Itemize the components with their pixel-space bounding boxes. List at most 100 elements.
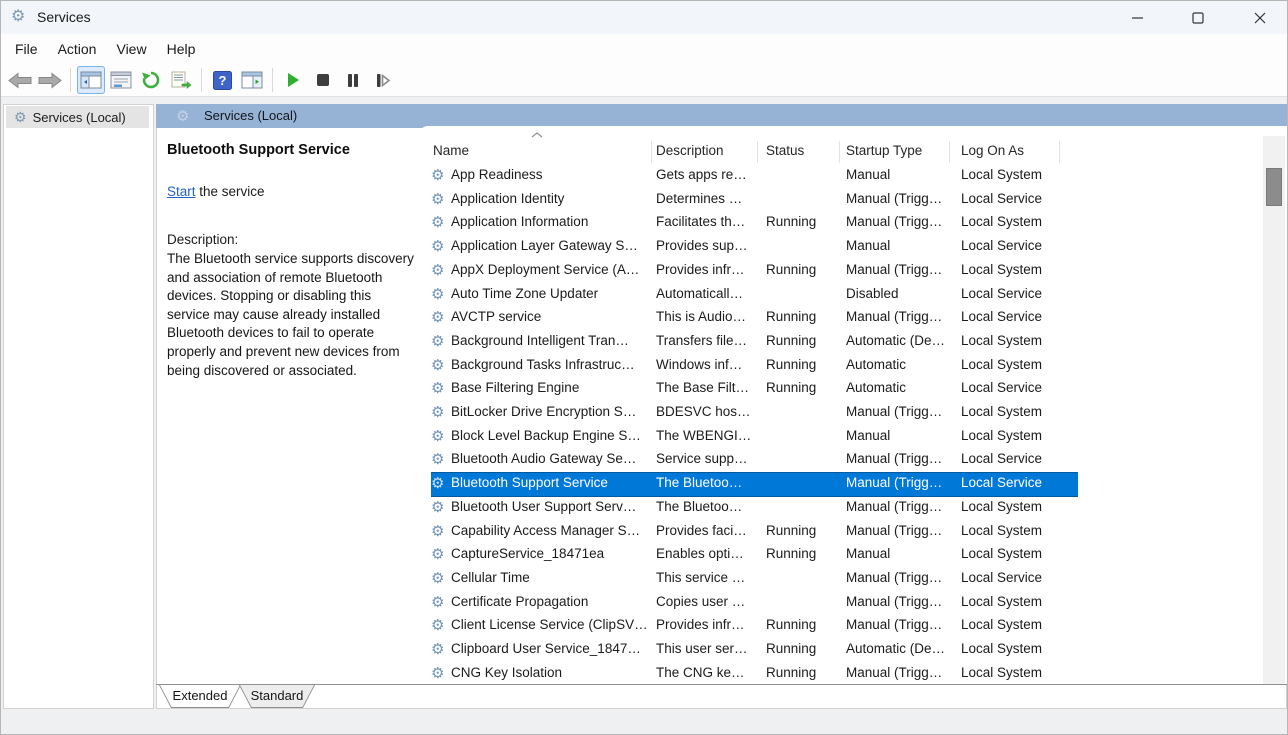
service-name: Client License Service (ClipSV…	[451, 617, 651, 632]
pane-header-title: Services (Local)	[204, 108, 297, 123]
service-row[interactable]: ⚙ Application Information Facilitates th…	[431, 212, 1078, 235]
service-row[interactable]: ⚙ Clipboard User Service_1847… This user…	[431, 639, 1078, 662]
header-separator[interactable]	[1059, 141, 1060, 163]
service-row[interactable]: ⚙ AppX Deployment Service (A… Provides i…	[431, 260, 1078, 283]
minimize-button[interactable]	[1115, 1, 1161, 34]
service-row[interactable]: ⚙ CaptureService_18471ea Enables opti… R…	[431, 544, 1078, 567]
start-service-link[interactable]: Start	[167, 184, 196, 199]
refresh-button[interactable]	[137, 66, 165, 94]
description-text: The Bluetooth service supports discovery…	[167, 250, 417, 380]
service-gear-icon: ⚙	[431, 356, 449, 376]
header-separator[interactable]	[651, 141, 652, 163]
refresh-icon	[141, 70, 161, 90]
maximize-button[interactable]	[1175, 1, 1221, 34]
service-gear-icon: ⚙	[431, 522, 449, 542]
service-logon-as: Local System	[961, 546, 1073, 561]
service-row[interactable]: ⚙ Client License Service (ClipSV… Provid…	[431, 615, 1078, 638]
service-row[interactable]: ⚙ Block Level Backup Engine S… The WBENG…	[431, 426, 1078, 449]
service-gear-icon: ⚙	[431, 285, 449, 305]
service-startup-type: Manual (Trigg…	[846, 214, 954, 229]
scrollbar-thumb[interactable]	[1266, 168, 1282, 206]
toolbar: ?	[1, 64, 1288, 97]
service-row[interactable]: ⚙ AVCTP service This is Audio… Running M…	[431, 307, 1078, 330]
service-logon-as: Local Service	[961, 475, 1073, 490]
service-row[interactable]: ⚙ Bluetooth User Support Serv… The Bluet…	[431, 497, 1078, 520]
service-row[interactable]: ⚙ Bluetooth Audio Gateway Se… Service su…	[431, 449, 1078, 472]
forward-button[interactable]	[36, 66, 64, 94]
service-status: Running	[766, 214, 841, 229]
service-logon-as: Local Service	[961, 191, 1073, 206]
service-row[interactable]: ⚙ Background Tasks Infrastruc… Windows i…	[431, 355, 1078, 378]
close-button[interactable]	[1237, 1, 1283, 34]
service-startup-type: Automatic (De…	[846, 641, 954, 656]
service-row[interactable]: ⚙ BitLocker Drive Encryption S… BDESVC h…	[431, 402, 1078, 425]
service-status: Running	[766, 523, 841, 538]
vertical-scrollbar[interactable]	[1263, 136, 1285, 684]
header-separator[interactable]	[949, 141, 950, 163]
service-gear-icon: ⚙	[431, 308, 449, 328]
menu-view[interactable]: View	[106, 37, 156, 61]
start-service-button[interactable]	[279, 66, 307, 94]
start-line-suffix: the service	[196, 184, 265, 199]
service-gear-icon: ⚙	[431, 166, 449, 186]
tree-item-services-local[interactable]: ⚙ Services (Local)	[6, 106, 149, 128]
menu-help[interactable]: Help	[157, 37, 206, 61]
restart-service-button[interactable]	[369, 66, 397, 94]
service-name: Application Information	[451, 214, 651, 229]
service-logon-as: Local Service	[961, 570, 1073, 585]
service-startup-type: Manual (Trigg…	[846, 570, 954, 585]
service-row[interactable]: ⚙ App Readiness Gets apps re… Manual Loc…	[431, 165, 1078, 188]
service-row[interactable]: ⚙ Application Identity Determines … Manu…	[431, 189, 1078, 212]
service-status: Running	[766, 617, 841, 632]
service-logon-as: Local Service	[961, 380, 1073, 395]
properties-button[interactable]	[107, 66, 135, 94]
service-row[interactable]: ⚙ Certificate Propagation Copies user … …	[431, 592, 1078, 615]
show-console-tree-button[interactable]	[77, 66, 105, 94]
tab-standard[interactable]: Standard	[239, 685, 315, 708]
start-icon	[286, 72, 300, 88]
service-row[interactable]: ⚙ Auto Time Zone Updater Automaticall… D…	[431, 284, 1078, 307]
service-description: Facilitates th…	[656, 214, 758, 229]
service-row[interactable]: ⚙ Application Layer Gateway S… Provides …	[431, 236, 1078, 259]
tab-extended-label: Extended	[159, 688, 241, 703]
service-logon-as: Local System	[961, 357, 1073, 372]
service-status: Running	[766, 641, 841, 656]
service-status: Running	[766, 262, 841, 277]
tab-extended[interactable]: Extended	[159, 685, 241, 708]
service-startup-type: Manual	[846, 546, 954, 561]
service-row[interactable]: ⚙ Cellular Time This service … Manual (T…	[431, 568, 1078, 591]
service-description: The WBENGI…	[656, 428, 758, 443]
service-description: Windows inf…	[656, 357, 758, 372]
service-gear-icon: ⚙	[431, 427, 449, 447]
back-button[interactable]	[6, 66, 34, 94]
action-pane-icon	[241, 71, 263, 89]
service-row[interactable]: ⚙ Background Intelligent Tran… Transfers…	[431, 331, 1078, 354]
service-description: Provides infr…	[656, 262, 758, 277]
service-row[interactable]: ⚙ Base Filtering Engine The Base Filt… R…	[431, 378, 1078, 401]
help-button[interactable]: ?	[208, 66, 236, 94]
title-bar: ⚙ Services	[1, 1, 1288, 34]
service-name: AVCTP service	[451, 309, 651, 324]
service-startup-type: Manual (Trigg…	[846, 451, 954, 466]
service-name: Cellular Time	[451, 570, 651, 585]
service-row[interactable]: ⚙ Bluetooth Support Service The Bluetoo……	[431, 473, 1078, 496]
service-row[interactable]: ⚙ CNG Key Isolation The CNG ke… Running …	[431, 663, 1078, 684]
services-app-icon: ⚙	[11, 8, 25, 26]
service-row[interactable]: ⚙ Capability Access Manager S… Provides …	[431, 521, 1078, 544]
stop-service-button[interactable]	[309, 66, 337, 94]
svg-text:?: ?	[218, 73, 226, 88]
service-startup-type: Manual	[846, 167, 954, 182]
service-name: CaptureService_18471ea	[451, 546, 651, 561]
forward-arrow-icon	[38, 72, 62, 89]
service-logon-as: Local Service	[961, 309, 1073, 324]
header-separator[interactable]	[757, 141, 758, 163]
show-action-pane-button[interactable]	[238, 66, 266, 94]
service-logon-as: Local System	[961, 499, 1073, 514]
menu-action[interactable]: Action	[48, 37, 107, 61]
export-list-button[interactable]	[167, 66, 195, 94]
pause-service-button[interactable]	[339, 66, 367, 94]
service-name: Application Identity	[451, 191, 651, 206]
services-gear-icon: ⚙	[176, 107, 189, 125]
header-separator[interactable]	[839, 141, 840, 163]
menu-file[interactable]: File	[5, 37, 48, 61]
